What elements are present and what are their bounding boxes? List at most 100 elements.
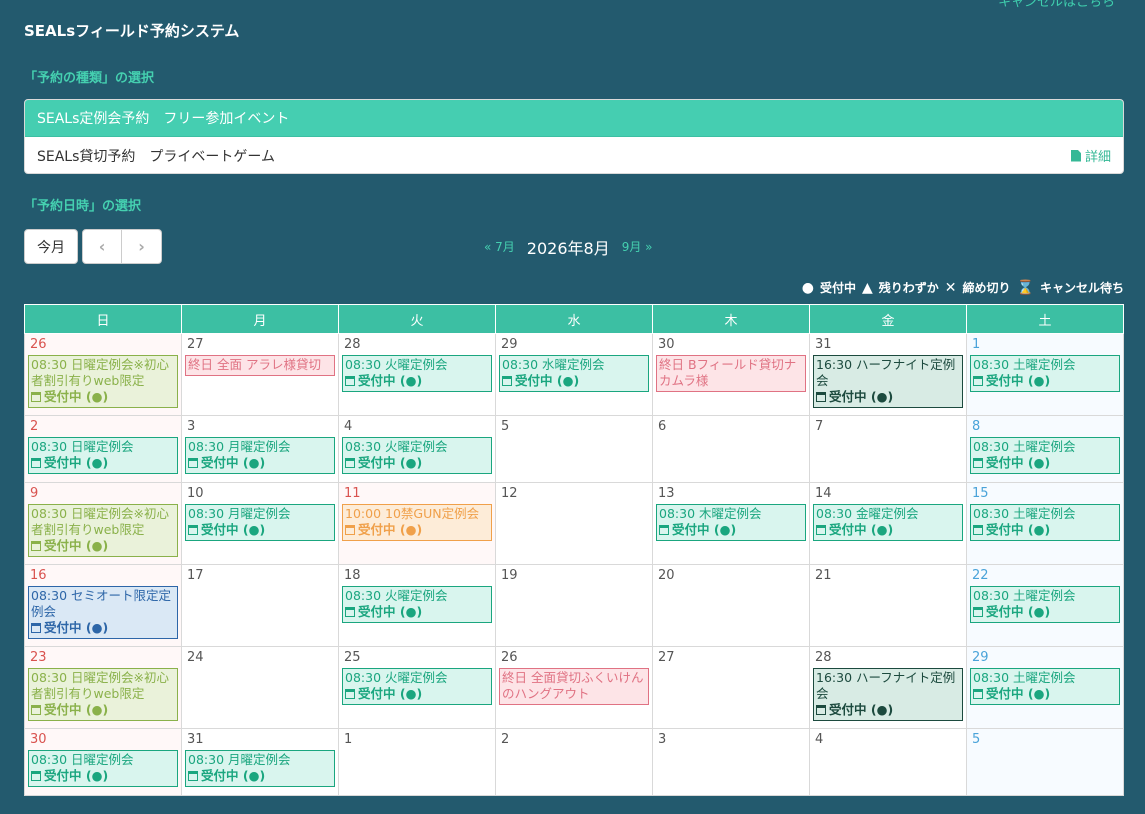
calendar-day-cell[interactable]: 1 08:30 土曜定例会 受付中 (●) [966,333,1124,416]
calendar-event[interactable]: 08:30 金曜定例会 受付中 (●) [813,504,963,541]
event-status: 受付中 (●) [973,373,1117,389]
calendar-event[interactable]: 08:30 日曜定例会※初心者割引有りweb限定 受付中 (●) [28,504,178,557]
calendar-day-cell[interactable]: 5 [495,415,653,483]
calendar-event[interactable]: 08:30 日曜定例会※初心者割引有りweb限定 受付中 (●) [28,668,178,721]
calendar-event[interactable]: 10:00 10禁GUN定例会 受付中 (●) [342,504,492,541]
type-option-regular[interactable]: SEALs定例会予約 フリー参加イベント [25,100,1123,137]
calendar-event[interactable]: 08:30 土曜定例会 受付中 (●) [970,586,1120,623]
calendar-event[interactable]: 08:30 土曜定例会 受付中 (●) [970,437,1120,474]
day-number: 7 [815,419,824,434]
calendar-week-row: 23 08:30 日曜定例会※初心者割引有りweb限定 受付中 (●) 24 25 08:… [24,646,1124,729]
app-title: SEALsフィールド予約システム [24,22,240,40]
calendar-event[interactable]: 08:30 火曜定例会 受付中 (●) [342,437,492,474]
calendar-day-cell[interactable]: 7 [809,415,967,483]
calendar-event[interactable]: 16:30 ハーフナイト定例会 受付中 (●) [813,668,963,721]
type-option-private[interactable]: SEALs貸切予約 プライベートゲーム 詳細 [25,137,1123,173]
calendar-event[interactable]: 08:30 火曜定例会 受付中 (●) [342,586,492,623]
calendar-event[interactable]: 08:30 土曜定例会 受付中 (●) [970,504,1120,541]
calendar-day-cell[interactable]: 21 [809,564,967,647]
calendar-day-cell[interactable]: 30 08:30 日曜定例会 受付中 (●) [24,728,182,796]
event-status-text: 受付中 (●) [986,373,1051,388]
calendar-day-cell[interactable]: 14 08:30 金曜定例会 受付中 (●) [809,482,967,565]
type-section-label: 「予約の種類」の選択 [24,71,155,86]
calendar-event[interactable]: 08:30 木曜定例会 受付中 (●) [656,504,806,541]
event-status-text: 受付中 (●) [44,702,109,717]
calendar-day-cell[interactable]: 15 08:30 土曜定例会 受付中 (●) [966,482,1124,565]
day-number: 24 [187,650,204,665]
cancel-link[interactable]: キャンセルはこちら [998,0,1115,10]
calendar-event[interactable]: 終日 Bフィールド貸切ナカムラ様 [656,355,806,392]
calendar-day-cell[interactable]: 2 [495,728,653,796]
calendar-day-cell[interactable]: 29 08:30 水曜定例会 受付中 (●) [495,333,653,416]
calendar-day-cell[interactable]: 4 08:30 火曜定例会 受付中 (●) [338,415,496,483]
calendar-event[interactable]: 08:30 月曜定例会 受付中 (●) [185,504,335,541]
calendar-day-cell[interactable]: 24 [181,646,339,729]
event-status: 受付中 (●) [973,686,1117,702]
day-number: 5 [501,419,510,434]
calendar-icon [816,525,826,535]
calendar-day-cell[interactable]: 1 [338,728,496,796]
legend-label: 締め切り [962,281,1011,295]
calendar-event[interactable]: 08:30 日曜定例会※初心者割引有りweb限定 受付中 (●) [28,355,178,408]
calendar-day-cell[interactable]: 26 終日 全面貸切ふくいけんのハングアウト [495,646,653,729]
calendar-event[interactable]: 08:30 水曜定例会 受付中 (●) [499,355,649,392]
calendar-day-cell[interactable]: 11 10:00 10禁GUN定例会 受付中 (●) [338,482,496,565]
calendar-day-cell[interactable]: 13 08:30 木曜定例会 受付中 (●) [652,482,810,565]
event-status-text: 受付中 (●) [44,389,109,404]
calendar-day-cell[interactable]: 3 [652,728,810,796]
calendar-event[interactable]: 08:30 日曜定例会 受付中 (●) [28,437,178,474]
calendar-day-cell[interactable]: 19 [495,564,653,647]
calendar-day-cell[interactable]: 10 08:30 月曜定例会 受付中 (●) [181,482,339,565]
calendar-day-cell[interactable]: 27 終日 全面 アラレ様貸切 [181,333,339,416]
event-status: 受付中 (●) [345,686,489,702]
weekday-header: 日 [24,304,182,334]
day-number: 27 [658,650,675,665]
cancel-link-text: キャンセルはこちら [997,0,1115,10]
calendar-icon [345,525,355,535]
detail-link[interactable]: 詳細 [1070,146,1111,165]
calendar-day-cell[interactable]: 9 08:30 日曜定例会※初心者割引有りweb限定 受付中 (●) [24,482,182,565]
calendar-day-cell[interactable]: 20 [652,564,810,647]
calendar-day-cell[interactable]: 25 08:30 火曜定例会 受付中 (●) [338,646,496,729]
calendar-day-cell[interactable]: 18 08:30 火曜定例会 受付中 (●) [338,564,496,647]
calendar-day-cell[interactable]: 29 08:30 土曜定例会 受付中 (●) [966,646,1124,729]
calendar-event[interactable]: 16:30 ハーフナイト定例会 受付中 (●) [813,355,963,408]
calendar-day-cell[interactable]: 16 08:30 セミオート限定定例会 受付中 (●) [24,564,182,647]
today-button[interactable]: 今月 [24,229,78,264]
calendar-day-cell[interactable]: 28 16:30 ハーフナイト定例会 受付中 (●) [809,646,967,729]
calendar-day-cell[interactable]: 8 08:30 土曜定例会 受付中 (●) [966,415,1124,483]
chevron-right-icon[interactable]: › [122,229,162,264]
calendar-event[interactable]: 08:30 セミオート限定定例会 受付中 (●) [28,586,178,639]
event-status: 受付中 (●) [31,768,175,784]
prev-month-link[interactable]: « 7月 [484,238,515,255]
calendar-day-cell[interactable]: 28 08:30 火曜定例会 受付中 (●) [338,333,496,416]
next-month-link[interactable]: 9月 » [622,238,653,255]
calendar-day-cell[interactable]: 17 [181,564,339,647]
calendar-day-cell[interactable]: 27 [652,646,810,729]
calendar-day-cell[interactable]: 6 [652,415,810,483]
calendar-event[interactable]: 08:30 月曜定例会 受付中 (●) [185,437,335,474]
calendar-day-cell[interactable]: 4 [809,728,967,796]
calendar-day-cell[interactable]: 3 08:30 月曜定例会 受付中 (●) [181,415,339,483]
calendar-event[interactable]: 08:30 月曜定例会 受付中 (●) [185,750,335,787]
calendar-day-cell[interactable]: 30 終日 Bフィールド貸切ナカムラ様 [652,333,810,416]
calendar-event[interactable]: 08:30 火曜定例会 受付中 (●) [342,668,492,705]
calendar-day-cell[interactable]: 26 08:30 日曜定例会※初心者割引有りweb限定 受付中 (●) [24,333,182,416]
calendar-day-cell[interactable]: 5 [966,728,1124,796]
calendar-day-cell[interactable]: 12 [495,482,653,565]
calendar-event[interactable]: 終日 全面 アラレ様貸切 [185,355,335,376]
calendar-day-cell[interactable]: 22 08:30 土曜定例会 受付中 (●) [966,564,1124,647]
calendar-event[interactable]: 終日 全面貸切ふくいけんのハングアウト [499,668,649,705]
calendar-week-row: 26 08:30 日曜定例会※初心者割引有りweb限定 受付中 (●) 27 終日 全面… [24,333,1124,416]
event-status: 受付中 (●) [31,455,175,471]
calendar-day-cell[interactable]: 31 16:30 ハーフナイト定例会 受付中 (●) [809,333,967,416]
calendar-event[interactable]: 08:30 土曜定例会 受付中 (●) [970,668,1120,705]
calendar-day-cell[interactable]: 23 08:30 日曜定例会※初心者割引有りweb限定 受付中 (●) [24,646,182,729]
chevron-left-icon[interactable]: ‹ [82,229,122,264]
calendar-event[interactable]: 08:30 日曜定例会 受付中 (●) [28,750,178,787]
calendar-event[interactable]: 08:30 土曜定例会 受付中 (●) [970,355,1120,392]
calendar-day-cell[interactable]: 2 08:30 日曜定例会 受付中 (●) [24,415,182,483]
calendar-event[interactable]: 08:30 火曜定例会 受付中 (●) [342,355,492,392]
date-section-label: 「予約日時」の選択 [24,199,142,214]
calendar-day-cell[interactable]: 31 08:30 月曜定例会 受付中 (●) [181,728,339,796]
